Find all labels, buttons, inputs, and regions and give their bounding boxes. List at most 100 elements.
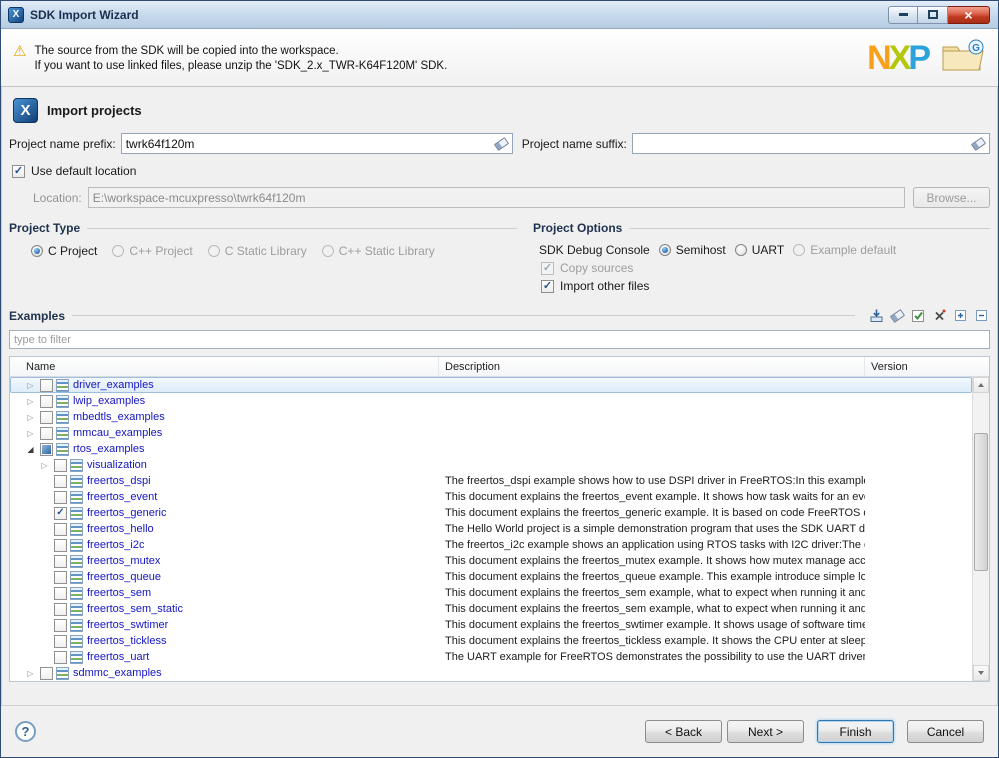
row-checkbox[interactable] (54, 474, 67, 488)
examples-section: Examples type to filter Name Description… (9, 307, 990, 682)
scroll-up-button[interactable] (973, 377, 989, 393)
example-icon (56, 378, 69, 392)
row-name-cell: driver_examples (10, 377, 439, 393)
prefix-input[interactable] (121, 134, 493, 153)
expander-icon[interactable] (24, 381, 37, 390)
table-row[interactable]: visualization (10, 457, 972, 473)
finish-button[interactable]: Finish (817, 720, 894, 743)
row-name-cell: visualization (10, 457, 439, 473)
clear-suffix-icon[interactable] (970, 135, 987, 152)
row-description (439, 457, 865, 473)
table-row[interactable]: sdmmc_examples (10, 665, 972, 681)
row-description: This document explains the freertos_tick… (445, 635, 865, 647)
expander-icon[interactable] (38, 461, 51, 470)
row-checkbox[interactable] (54, 538, 67, 552)
row-name-cell: freertos_uart (10, 649, 439, 665)
row-name-cell: freertos_swtimer (10, 617, 439, 633)
row-checkbox[interactable] (54, 650, 67, 664)
row-description (439, 409, 865, 425)
expander-icon[interactable] (24, 429, 37, 438)
row-checkbox[interactable] (40, 394, 53, 408)
table-row[interactable]: freertos_i2c The freertos_i2c example sho… (10, 537, 972, 553)
suffix-input[interactable] (632, 134, 970, 153)
table-row[interactable]: freertos_generic This document explains t… (10, 505, 972, 521)
table-row[interactable]: freertos_queue This document explains the… (10, 569, 972, 585)
row-checkbox[interactable] (54, 506, 67, 520)
footer-buttons: < Back Next > Finish Cancel (640, 720, 984, 743)
row-version (865, 425, 972, 441)
radio-cpp-static-library: C++ Static Library (321, 244, 435, 258)
table-row[interactable]: freertos_mutex This document explains the… (10, 553, 972, 569)
row-checkbox[interactable] (54, 618, 67, 632)
row-label: freertos_generic (87, 507, 167, 519)
table-row[interactable]: freertos_uart The UART example for FreeRT… (10, 649, 972, 665)
use-default-location-label: Use default location (31, 164, 137, 178)
row-checkbox[interactable] (54, 554, 67, 568)
table-row[interactable]: lwip_examples (10, 393, 972, 409)
table-row[interactable]: freertos_swtimer This document explains t… (10, 617, 972, 633)
next-button[interactable]: Next > (727, 720, 804, 743)
row-description (439, 425, 865, 441)
row-checkbox[interactable] (54, 586, 67, 600)
clear-prefix-icon[interactable] (493, 135, 510, 152)
row-checkbox[interactable] (54, 602, 67, 616)
import-other-files-checkbox[interactable] (541, 279, 554, 293)
expand-all-icon[interactable] (952, 307, 969, 324)
row-checkbox[interactable] (40, 410, 53, 424)
table-row[interactable]: freertos_sem_static This document explain… (10, 601, 972, 617)
examples-toolbar (868, 307, 990, 324)
row-checkbox[interactable] (54, 458, 67, 472)
maximize-button[interactable] (918, 5, 948, 24)
row-checkbox[interactable] (54, 490, 67, 504)
vertical-scrollbar[interactable] (972, 377, 989, 681)
table-row[interactable]: driver_examples (10, 377, 972, 393)
row-description: This document explains the freertos_swti… (445, 619, 865, 631)
table-row[interactable]: freertos_event This document explains the… (10, 489, 972, 505)
scroll-down-button[interactable] (973, 665, 989, 681)
column-header-name[interactable]: Name (10, 357, 439, 376)
minimize-button[interactable] (888, 5, 918, 24)
use-default-location-checkbox[interactable] (12, 164, 25, 178)
table-row[interactable]: freertos_dspi The freertos_dspi example s… (10, 473, 972, 489)
radio-uart[interactable]: UART (734, 243, 784, 257)
table-row[interactable]: rtos_examples (10, 441, 972, 457)
select-all-icon[interactable] (910, 307, 927, 324)
expander-icon[interactable] (24, 413, 37, 422)
table-row[interactable]: freertos_hello The Hello World project is… (10, 521, 972, 537)
example-icon (70, 506, 83, 520)
row-checkbox[interactable] (40, 426, 53, 440)
close-button[interactable] (948, 5, 990, 24)
row-label: mmcau_examples (73, 427, 163, 439)
svg-text:G: G (972, 43, 980, 54)
row-checkbox[interactable] (54, 570, 67, 584)
filter-input[interactable] (9, 330, 990, 349)
table-row[interactable]: freertos_tickless This document explains … (10, 633, 972, 649)
row-checkbox[interactable] (40, 442, 53, 456)
cancel-button[interactable]: Cancel (907, 720, 984, 743)
titlebar[interactable]: SDK Import Wizard (1, 1, 998, 29)
radio-c-project[interactable]: C Project (31, 244, 97, 258)
collapse-all-icon[interactable] (973, 307, 990, 324)
column-header-version[interactable]: Version (865, 357, 989, 376)
help-button[interactable] (15, 721, 36, 742)
deselect-all-icon[interactable] (931, 307, 948, 324)
row-checkbox[interactable] (40, 378, 53, 392)
row-description: This document explains the freertos_queu… (445, 571, 865, 583)
expander-icon[interactable] (24, 669, 37, 678)
table-row[interactable]: freertos_sem This document explains the f… (10, 585, 972, 601)
row-checkbox[interactable] (54, 634, 67, 648)
import-icon[interactable] (868, 307, 885, 324)
clear-selection-eraser-icon[interactable] (889, 307, 906, 324)
table-row[interactable]: mbedtls_examples (10, 409, 972, 425)
expander-icon[interactable] (24, 445, 37, 454)
project-name-row: Project name prefix: Project name suffix… (9, 133, 990, 154)
expander-icon[interactable] (24, 397, 37, 406)
radio-semihost[interactable]: Semihost (658, 243, 726, 257)
back-button[interactable]: < Back (645, 720, 722, 743)
row-checkbox[interactable] (40, 666, 53, 680)
app-icon[interactable] (8, 6, 24, 23)
row-checkbox[interactable] (54, 522, 67, 536)
column-header-description[interactable]: Description (439, 357, 865, 376)
table-row[interactable]: mmcau_examples (10, 425, 972, 441)
scrollbar-thumb[interactable] (974, 433, 988, 571)
